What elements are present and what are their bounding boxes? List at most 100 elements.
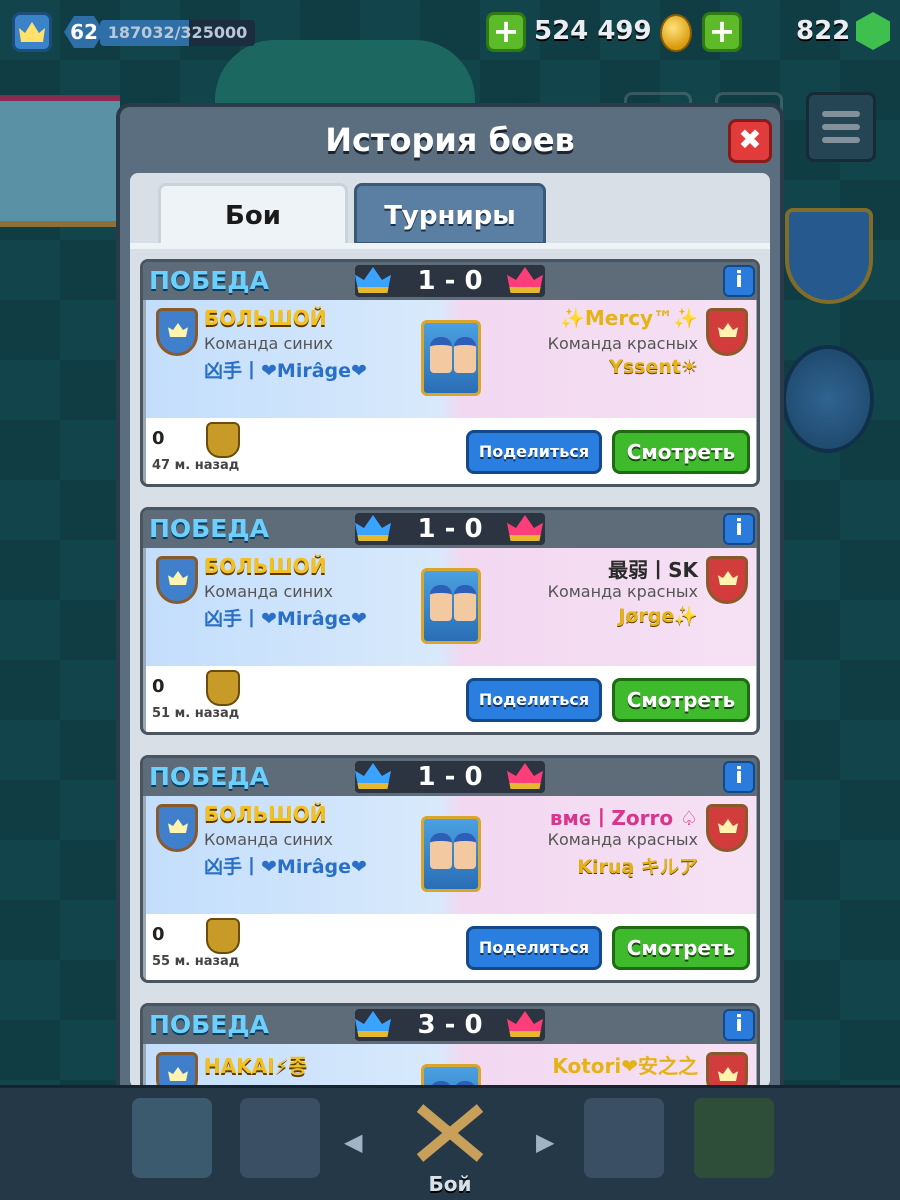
right-team-label: Команда красных (547, 830, 698, 849)
battle-header: ПОБЕДА 1 - 0 i (143, 262, 757, 300)
add-gold-button[interactable]: + (486, 12, 526, 52)
right-player-name[interactable]: Jørge✨ (618, 604, 698, 627)
bottom-navigation: ◀ Бой ▶ (0, 1085, 900, 1200)
crown-icon[interactable] (12, 12, 52, 52)
score-text: 3 - 0 (417, 1010, 483, 1040)
modal-content: Бои Турниры ПОБЕДА 1 - 0 i БОЛЬШОЙ Коман… (130, 173, 770, 1088)
info-button[interactable]: i (723, 265, 755, 297)
battle-history-modal: История боев ✖ Бои Турниры ПОБЕДА 1 - 0 … (116, 103, 784, 1106)
trophy-change: 0 (152, 924, 165, 945)
battle-header: ПОБЕДА 1 - 0 i (143, 758, 757, 796)
battle-header: ПОБЕДА 3 - 0 i (143, 1006, 757, 1044)
battle-result: ПОБЕДА (149, 1010, 269, 1039)
trophy-icon (206, 422, 240, 458)
right-clan-name[interactable]: 最弱丨SK (608, 554, 698, 583)
right-player-name[interactable]: Kiruą キルア (577, 852, 698, 879)
nav-tournament-icon[interactable] (694, 1098, 774, 1178)
battle-card[interactable]: ПОБЕДА 1 - 0 i БОЛЬШОЙ Команда синих 凶手丨… (140, 507, 760, 735)
arena-icon (421, 816, 481, 892)
score-text: 1 - 0 (417, 514, 483, 544)
battle-card[interactable]: ПОБЕДА 1 - 0 i БОЛЬШОЙ Команда синих 凶手丨… (140, 755, 760, 983)
left-player-name[interactable]: 凶手丨❤Mirâge❤ (204, 356, 367, 383)
share-button[interactable]: Поделиться (466, 926, 602, 970)
battle-time: 51 м. назад (152, 706, 240, 721)
battle-teams: БОЛЬШОЙ Команда синих 凶手丨❤Mirâge❤ ʙᴍɢ丨Zo… (146, 796, 756, 914)
xp-progress-bar: 187032/325000 (100, 20, 255, 46)
gold-amount: 524 499 (534, 16, 652, 46)
battle-result: ПОБЕДА (149, 266, 269, 295)
blue-team-shield-icon (156, 308, 198, 356)
score-text: 1 - 0 (417, 762, 483, 792)
trophy-icon (206, 918, 240, 954)
battle-time: 55 м. назад (152, 954, 240, 969)
battle-teams: БОЛЬШОЙ Команда синих 凶手丨❤Mirâge❤ ✨Mercy… (146, 300, 756, 418)
battle-result: ПОБЕДА (149, 514, 269, 543)
score-text: 1 - 0 (417, 266, 483, 296)
battle-card[interactable]: ПОБЕДА 3 - 0 i HAKAI⚡종 Kotori❤安之之 (140, 1003, 760, 1088)
nav-active-label: Бой (428, 1172, 472, 1196)
watch-replay-button[interactable]: Смотреть (612, 678, 750, 722)
trophy-change: 0 (152, 676, 165, 697)
nav-left-arrow-icon[interactable]: ◀ (344, 1128, 362, 1156)
gem-icon (856, 12, 890, 50)
info-button[interactable]: i (723, 761, 755, 793)
battle-teams: БОЛЬШОЙ Команда синих 凶手丨❤Mirâge❤ 最弱丨SK … (146, 548, 756, 666)
close-button[interactable]: ✖ (728, 119, 772, 163)
share-button[interactable]: Поделиться (466, 430, 602, 474)
battle-time: 47 м. назад (152, 458, 240, 473)
nav-shop-icon[interactable] (132, 1098, 212, 1178)
level-badge: 62 (64, 16, 104, 48)
tab-underline (130, 243, 770, 249)
modal-title: История боев (325, 121, 575, 159)
battle-footer: 0 47 м. назад Поделиться Смотреть (146, 418, 756, 484)
left-team-label: Команда синих (204, 334, 333, 353)
battle-footer: 0 55 м. назад Поделиться Смотреть (146, 914, 756, 980)
watch-replay-button[interactable]: Смотреть (612, 926, 750, 970)
left-team-label: Команда синих (204, 830, 333, 849)
nav-right-arrow-icon[interactable]: ▶ (536, 1128, 554, 1156)
nav-clan-icon[interactable] (584, 1098, 664, 1178)
trophy-icon (206, 670, 240, 706)
left-clan-name[interactable]: БОЛЬШОЙ (204, 802, 327, 826)
nav-battle-icon[interactable] (410, 1098, 490, 1178)
tab-tournaments[interactable]: Турниры (354, 183, 546, 245)
info-button[interactable]: i (723, 1009, 755, 1041)
add-gems-button[interactable]: + (702, 12, 742, 52)
battle-list[interactable]: ПОБЕДА 1 - 0 i БОЛЬШОЙ Команда синих 凶手丨… (140, 259, 760, 1088)
red-team-shield-icon (706, 804, 748, 852)
gold-coin-icon (660, 14, 692, 52)
left-player-name[interactable]: 凶手丨❤Mirâge❤ (204, 852, 367, 879)
right-clan-name[interactable]: ✨Mercy™✨ (560, 306, 698, 330)
right-team-label: Команда красных (547, 334, 698, 353)
battle-footer: 0 51 м. назад Поделиться Смотреть (146, 666, 756, 732)
nav-cards-icon[interactable] (240, 1098, 320, 1178)
resource-bar: 187032/325000 62 + 524 499 + 822 (0, 0, 900, 64)
right-team-label: Команда красных (547, 582, 698, 601)
battle-header: ПОБЕДА 1 - 0 i (143, 510, 757, 548)
blue-team-shield-icon (156, 804, 198, 852)
left-clan-name[interactable]: БОЛЬШОЙ (204, 306, 327, 330)
blue-team-shield-icon (156, 556, 198, 604)
blue-team-shield-icon (156, 1052, 198, 1088)
xp-text: 187032/325000 (107, 23, 248, 42)
red-team-shield-icon (706, 308, 748, 356)
trophy-change: 0 (152, 428, 165, 449)
right-clan-name[interactable]: ʙᴍɢ丨Zorro ♤ (550, 802, 698, 831)
battle-teams: HAKAI⚡종 Kotori❤安之之 (146, 1044, 756, 1088)
left-player-name[interactable]: 凶手丨❤Mirâge❤ (204, 604, 367, 631)
battle-result: ПОБЕДА (149, 762, 269, 791)
right-clan-name[interactable]: Kotori❤安之之 (552, 1050, 698, 1079)
left-team-label: Команда синих (204, 582, 333, 601)
battle-card[interactable]: ПОБЕДА 1 - 0 i БОЛЬШОЙ Команда синих 凶手丨… (140, 259, 760, 487)
red-team-shield-icon (706, 556, 748, 604)
watch-replay-button[interactable]: Смотреть (612, 430, 750, 474)
left-clan-name[interactable]: БОЛЬШОЙ (204, 554, 327, 578)
arena-icon (421, 320, 481, 396)
arena-icon (421, 568, 481, 644)
red-team-shield-icon (706, 1052, 748, 1088)
tab-battles[interactable]: Бои (158, 183, 348, 245)
info-button[interactable]: i (723, 513, 755, 545)
left-clan-name[interactable]: HAKAI⚡종 (204, 1050, 307, 1079)
share-button[interactable]: Поделиться (466, 678, 602, 722)
right-player-name[interactable]: Yssent☀ (609, 356, 698, 378)
